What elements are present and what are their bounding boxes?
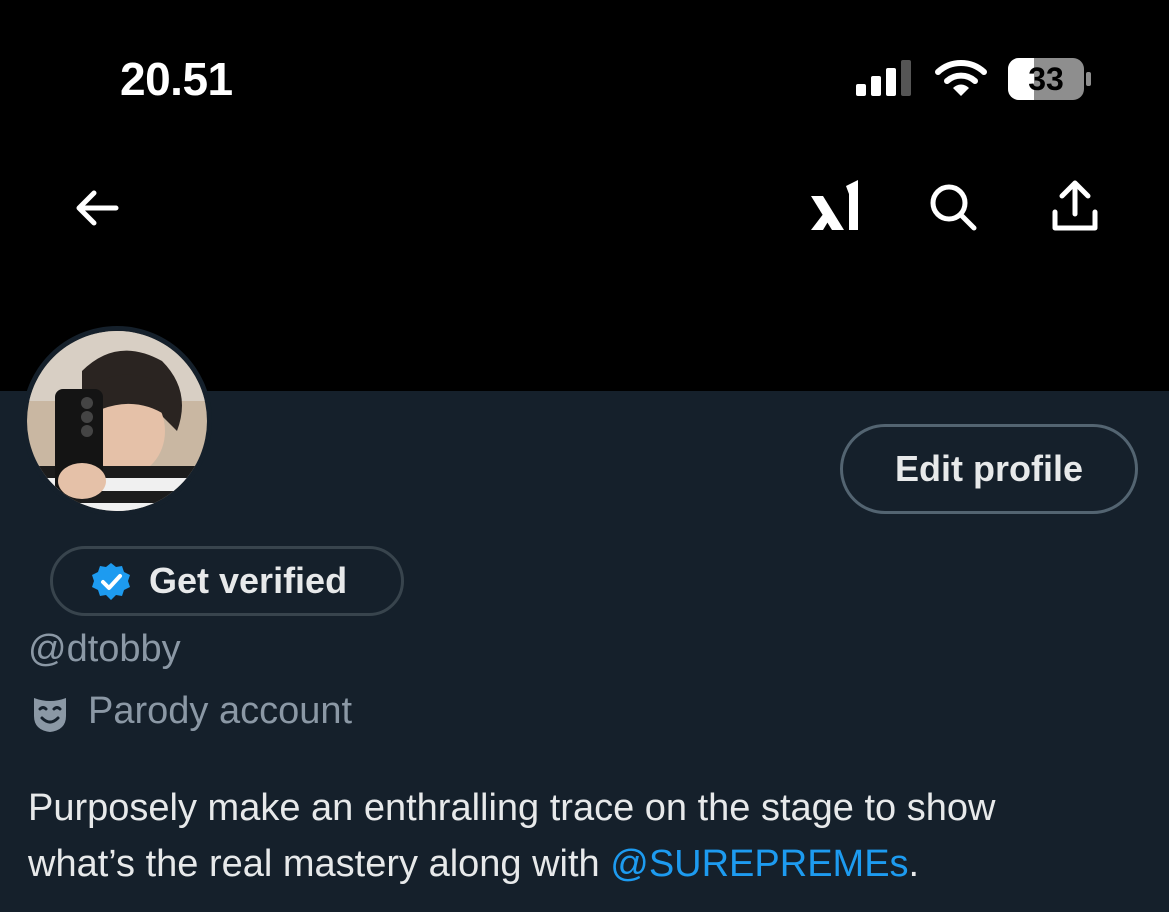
bio-mention-link[interactable]: @SUREPREMEs [610, 843, 908, 885]
bio-line-2: what’s the real mastery along with @SURE… [28, 836, 1148, 892]
get-verified-label: Get verified [149, 560, 348, 601]
status-time: 20.51 [120, 53, 233, 105]
edit-profile-button[interactable]: Edit profile [840, 424, 1138, 514]
bio-text-end: . [908, 843, 920, 885]
verified-badge-icon [92, 563, 130, 600]
parody-account-label: Parody account [88, 690, 353, 732]
profile-handle: @dtobby [28, 628, 181, 670]
share-icon[interactable] [1050, 180, 1100, 234]
avatar-photo [27, 331, 207, 511]
signal-bars-icon [856, 60, 911, 96]
grok-icon[interactable] [808, 180, 864, 234]
search-icon[interactable] [928, 182, 978, 232]
battery-level: 33 [1028, 61, 1064, 97]
wifi-icon [935, 60, 987, 96]
get-verified-button[interactable]: Get verified [50, 546, 404, 616]
parody-mask-icon [34, 698, 66, 732]
back-arrow-icon[interactable] [74, 188, 120, 228]
bio-text: what’s the real mastery along with [28, 843, 611, 885]
profile-avatar[interactable] [22, 326, 212, 516]
bio-line-1: Purposely make an enthralling trace on t… [28, 787, 996, 829]
profile-bio: Purposely make an enthralling trace on t… [28, 780, 1148, 892]
